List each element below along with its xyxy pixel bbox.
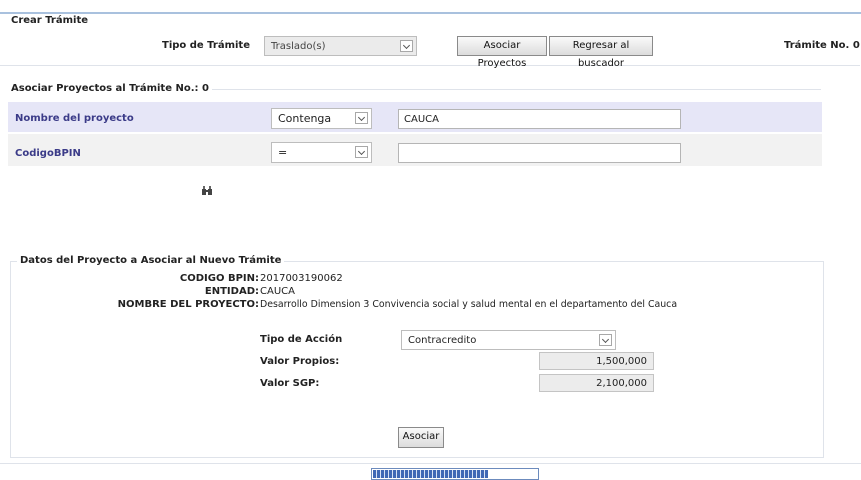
nombre-proyecto-input[interactable]: CAUCA — [398, 109, 681, 129]
valor-propios-field: 1,500,000 — [539, 352, 654, 370]
asociar-button[interactable]: Asociar — [398, 427, 444, 448]
entidad-value: CAUCA — [260, 286, 295, 297]
valor-sgp-field: 2,100,000 — [539, 374, 654, 392]
crear-tramite-fieldset — [0, 22, 860, 66]
valor-propios-value: 1,500,000 — [596, 356, 647, 367]
nombre-proyecto-label: NOMBRE DEL PROYECTO: — [117, 299, 259, 310]
operator-value-bpin: = — [278, 146, 288, 159]
bpin-input[interactable] — [398, 143, 681, 163]
loading-progress-bar — [371, 468, 539, 480]
regresar-buscador-button[interactable]: Regresar al buscador — [549, 36, 653, 69]
valor-sgp-value: 2,100,000 — [596, 378, 647, 389]
chevron-down-icon — [355, 146, 368, 158]
entidad-label: ENTIDAD: — [204, 286, 259, 297]
bottom-divider — [0, 463, 861, 464]
valor-propios-label: Valor Propios: — [260, 356, 340, 367]
tipo-tramite-select[interactable]: Traslado(s) — [264, 36, 417, 56]
filter-label-bpin: CodigoBPIN — [15, 148, 81, 159]
tipo-tramite-value: Traslado(s) — [271, 41, 326, 52]
tipo-accion-value: Contracredito — [408, 335, 477, 346]
tipo-accion-label: Tipo de Acción — [260, 334, 343, 345]
progress-fill — [373, 470, 488, 478]
binoculars-icon[interactable] — [201, 185, 213, 196]
valor-sgp-label: Valor SGP: — [260, 378, 320, 389]
operator-select-nombre[interactable]: Contenga — [271, 108, 372, 129]
tramite-number: Trámite No. 0 — [784, 40, 860, 51]
asociar-divider — [195, 89, 821, 90]
tipo-accion-select[interactable]: Contracredito — [401, 330, 616, 350]
chevron-down-icon — [400, 40, 413, 52]
bpin-value: 2017003190062 — [260, 273, 343, 284]
asociar-proyectos-button[interactable]: Asociar Proyectos — [457, 36, 547, 69]
datos-legend: Datos del Proyecto a Asociar al Nuevo Tr… — [17, 255, 285, 266]
asociar-legend: Asociar Proyectos al Trámite No.: 0 — [8, 83, 212, 94]
operator-value-nombre: Contenga — [278, 112, 332, 125]
filter-label-nombre: Nombre del proyecto — [15, 113, 134, 124]
bpin-label: CODIGO BPIN: — [179, 273, 259, 284]
nombre-proyecto-value: CAUCA — [404, 114, 439, 125]
chevron-down-icon — [599, 334, 612, 346]
tipo-tramite-label: Tipo de Trámite — [162, 40, 250, 51]
top-border — [0, 12, 861, 14]
chevron-down-icon — [355, 112, 368, 124]
operator-select-bpin[interactable]: = — [271, 142, 372, 163]
nombre-proyecto-text: Desarrollo Dimension 3 Convivencia socia… — [260, 299, 678, 310]
